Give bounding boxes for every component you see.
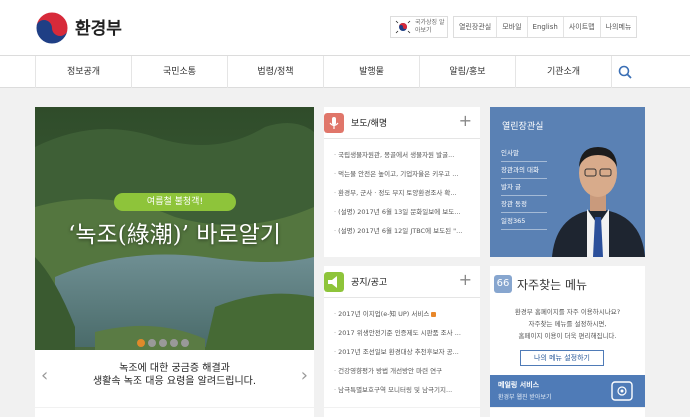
- press-item[interactable]: 환경부, 군사 · 정도 부지 토양환경조사 확...: [334, 184, 472, 203]
- minister-menu: 인사말 장관과의 대화 발자 글 장관 동정 일정365: [501, 145, 547, 230]
- press-panel: 보도/해명 + 국립생물자원관, 몽골에서 생물자원 발굴... 먹는물 안전은…: [324, 107, 480, 257]
- slide-dot-4[interactable]: [170, 339, 178, 347]
- banner-caption-line-1: 녹조에 대한 궁금증 해결과: [119, 363, 230, 374]
- banner-caption-line-2: 생활속 녹조 대응 요령을 알려드립니다.: [92, 376, 257, 387]
- nav-item-news[interactable]: 알림/홍보: [420, 56, 516, 88]
- nav-item-law-policy[interactable]: 법령/정책: [228, 56, 324, 88]
- top-link-my-menu[interactable]: 나의메뉴: [601, 17, 637, 37]
- quote-icon: 66: [494, 275, 512, 293]
- notice-panel-header: 공지/공고 +: [324, 266, 480, 298]
- notice-item[interactable]: 건강영향평가 방법 개선방안 마련 연구: [334, 362, 472, 381]
- top-link-mobile[interactable]: 모바일: [497, 17, 528, 37]
- main-banner[interactable]: 여름철 불청객! ‘녹조(綠潮)’ 바로알기 녹조에 대한 궁금증 해결과 생활…: [35, 107, 314, 407]
- minister-panel-title[interactable]: 열린장관실: [502, 119, 543, 132]
- main-nav: 정보공개 국민소통 법령/정책 발행물 알림/홍보 기관소개: [0, 56, 690, 88]
- new-badge-icon: [431, 311, 437, 317]
- top-link-english[interactable]: English: [528, 17, 564, 37]
- next-section-edge: [324, 408, 480, 417]
- national-symbol-label: 국가상징 알아보기: [415, 19, 445, 34]
- press-item[interactable]: 국립생물자원관, 몽골에서 생물자원 발굴...: [334, 146, 472, 165]
- minister-portrait-image: [552, 147, 645, 257]
- mailing-service-subtitle: 환경부 웹진 받아보기: [498, 394, 552, 401]
- national-symbol-link[interactable]: 국가상징 알아보기: [390, 16, 448, 38]
- notice-item[interactable]: 2017년 이지업(e-知 UP) 서비스: [334, 305, 472, 324]
- notice-item[interactable]: 2017 위생안전기준 인증제도 시판품 조사 ...: [334, 324, 472, 343]
- slide-dot-5[interactable]: [181, 339, 189, 347]
- minister-panel[interactable]: 열린장관실 인사말 장관과의 대화 발자 글 장관 동정 일정365: [490, 107, 645, 257]
- minister-menu-dialogue[interactable]: 장관과의 대화: [501, 162, 547, 179]
- faq-desc-line-1: 환경부 홈페이지를 자주 이용하시나요?: [514, 308, 621, 316]
- slide-dot-3[interactable]: [159, 339, 167, 347]
- speaker-icon: [324, 272, 344, 292]
- search-icon[interactable]: [617, 64, 633, 80]
- next-section-edge: [35, 408, 314, 417]
- main-nav-menu: 정보공개 국민소통 법령/정책 발행물 알림/홍보 기관소개: [35, 56, 612, 88]
- top-links: 열린장관실 모바일 English 사이트맵 나의메뉴: [453, 16, 638, 38]
- megaphone-icon: [324, 113, 344, 133]
- slide-dot-2[interactable]: [148, 339, 156, 347]
- notice-more-button[interactable]: +: [459, 270, 472, 290]
- banner-caption-text: 녹조에 대한 궁금증 해결과 생활속 녹조 대응 요령을 알려드립니다.: [35, 362, 314, 388]
- faq-panel: 66 자주찾는 메뉴 환경부 홈페이지를 자주 이용하시나요? 자주찾는 메뉴를…: [490, 266, 645, 407]
- korea-flag-icon: [394, 19, 412, 35]
- press-item[interactable]: (설명) 2017년 6월 13일 문화일보에 보도...: [334, 203, 472, 222]
- press-more-button[interactable]: +: [459, 111, 472, 131]
- faq-panel-title: 자주찾는 메뉴: [517, 278, 588, 292]
- mailing-service-title: 메일링 서비스: [498, 381, 540, 389]
- next-slide-button[interactable]: ›: [301, 366, 308, 386]
- notice-list: 2017년 이지업(e-知 UP) 서비스 2017 위생안전기준 인증제도 시…: [334, 305, 472, 400]
- notice-item[interactable]: 남극특별보호구역 모니터링 및 남극기지...: [334, 381, 472, 400]
- taegeuk-logo-icon[interactable]: [35, 11, 69, 45]
- notice-panel-title[interactable]: 공지/공고: [351, 275, 387, 288]
- faq-desc-line-2: 자주찾는 메뉴를 설정하시면,: [528, 320, 607, 328]
- top-link-sitemap[interactable]: 사이트맵: [564, 17, 601, 37]
- notice-panel: 공지/공고 + 2017년 이지업(e-知 UP) 서비스 2017 위생안전기…: [324, 266, 480, 407]
- banner-headline: ‘녹조(綠潮)’ 바로알기: [68, 222, 281, 248]
- prev-slide-button[interactable]: ‹: [41, 366, 48, 386]
- press-item[interactable]: 먹는물 안전은 높이고, 기업자율은 키우고 ...: [334, 165, 472, 184]
- nav-item-communication[interactable]: 국민소통: [132, 56, 228, 88]
- site-logo-text[interactable]: 환경부: [75, 14, 122, 39]
- notice-item-text: 2017년 이지업(e-知 UP) 서비스: [338, 310, 430, 318]
- minister-menu-greeting[interactable]: 인사말: [501, 145, 547, 162]
- minister-menu-activities[interactable]: 장관 동정: [501, 196, 547, 213]
- nav-item-about[interactable]: 기관소개: [516, 56, 612, 88]
- press-panel-header: 보도/해명 +: [324, 107, 480, 139]
- banner-badge: 여름철 불청객!: [114, 193, 236, 211]
- minister-menu-schedule[interactable]: 일정365: [501, 213, 547, 230]
- header: 환경부 국가상징 알아보기 열린장관실 모바일 English 사이트맵 나의메…: [0, 0, 690, 56]
- mail-icon: [611, 381, 633, 401]
- banner-caption: 녹조에 대한 궁금증 해결과 생활속 녹조 대응 요령을 알려드립니다. ‹ ›: [35, 339, 314, 407]
- press-panel-title[interactable]: 보도/해명: [351, 116, 387, 129]
- minister-menu-writings[interactable]: 발자 글: [501, 179, 547, 196]
- press-item[interactable]: (설명) 2017년 6월 12일 JTBC에 보도된 "...: [334, 222, 472, 241]
- top-link-minister[interactable]: 열린장관실: [454, 17, 498, 37]
- my-menu-settings-button[interactable]: 나의 메뉴 설정하기: [520, 350, 604, 366]
- faq-description: 환경부 홈페이지를 자주 이용하시나요? 자주찾는 메뉴를 설정하시면, 홈페이…: [490, 306, 645, 342]
- nav-item-info[interactable]: 정보공개: [36, 56, 132, 88]
- slide-dot-1[interactable]: [137, 339, 145, 347]
- nav-item-publications[interactable]: 발행물: [324, 56, 420, 88]
- next-section-edge: [490, 408, 645, 417]
- press-list: 국립생물자원관, 몽골에서 생물자원 발굴... 먹는물 안전은 높이고, 기업…: [334, 146, 472, 241]
- mailing-service-bar[interactable]: 메일링 서비스 환경부 웹진 받아보기: [490, 375, 645, 407]
- notice-item[interactable]: 2017년 조선일보 환경대상 추천후보자 공...: [334, 343, 472, 362]
- slide-indicators: [137, 339, 189, 347]
- faq-desc-line-3: 홈페이지 이용이 더욱 편리해집니다.: [518, 332, 617, 340]
